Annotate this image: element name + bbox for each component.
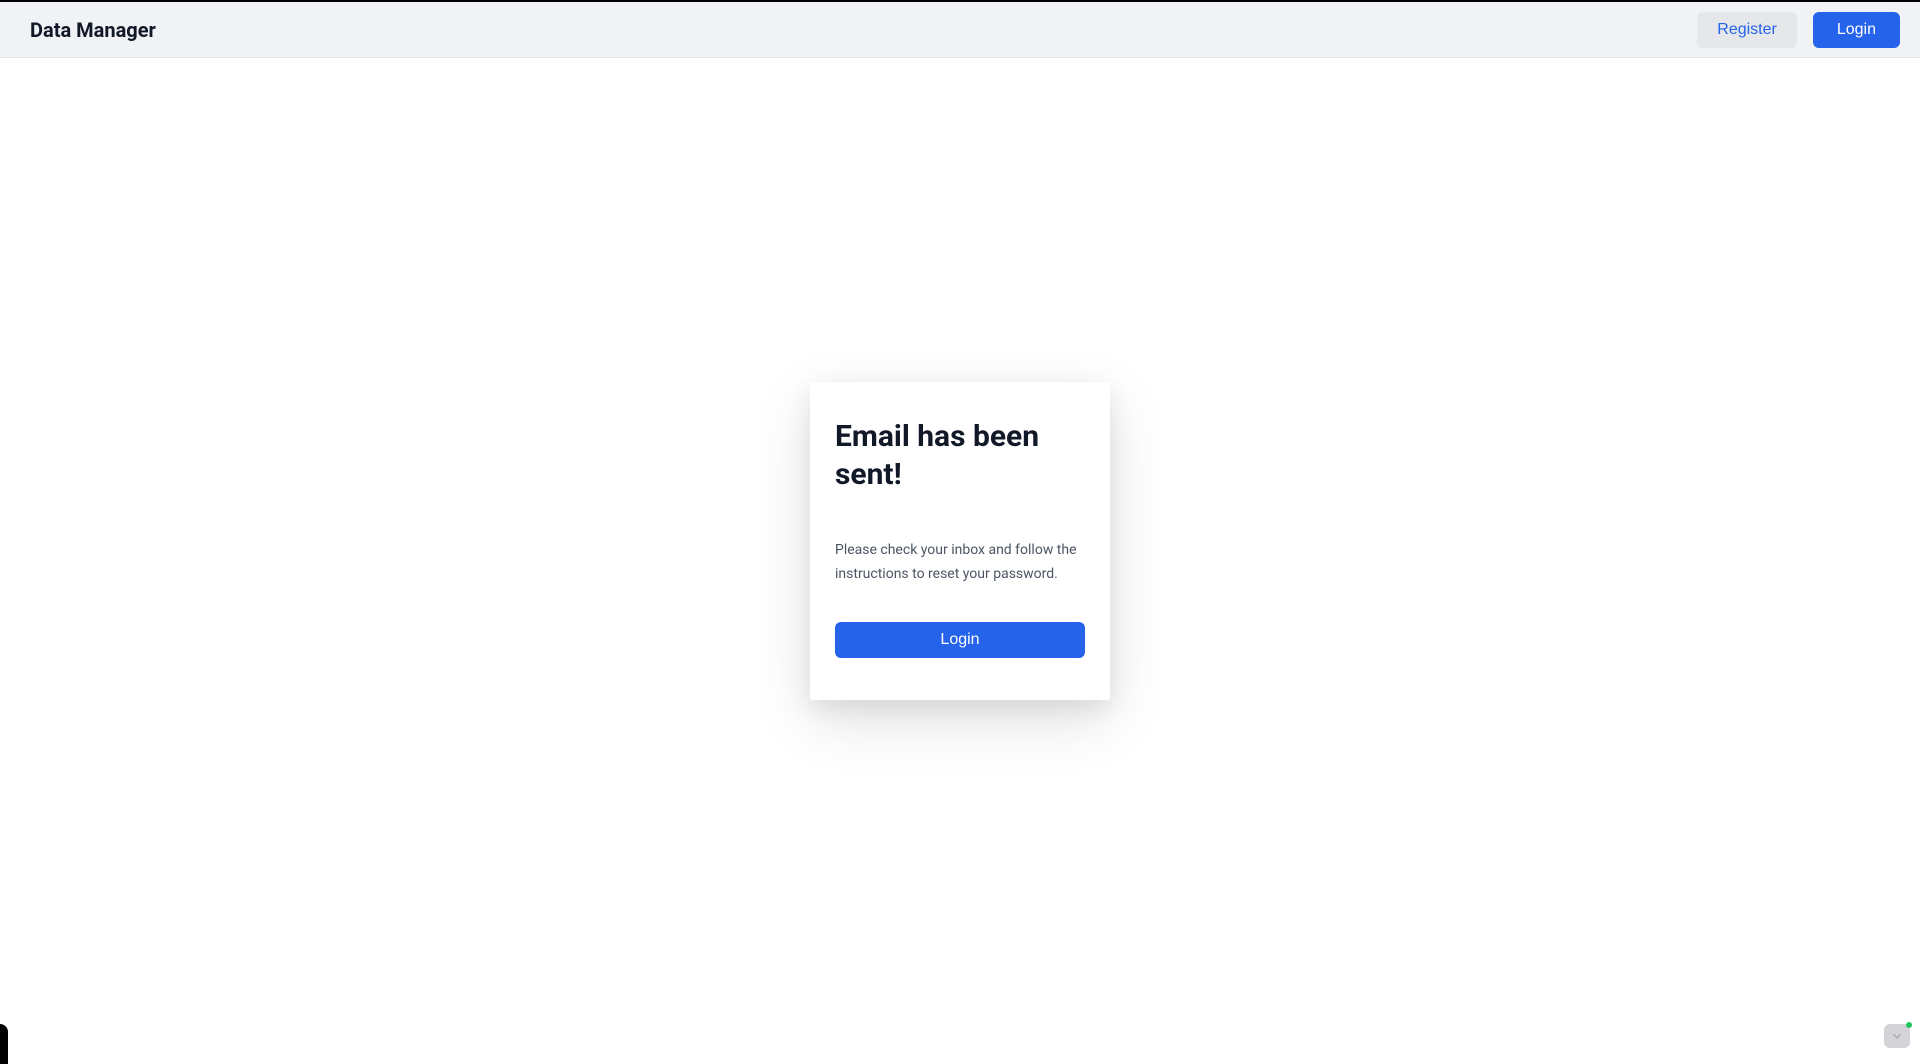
card-title: Email has been sent! xyxy=(835,418,1085,493)
chevron-down-icon xyxy=(1890,1029,1904,1043)
app-header: Data Manager Register Login xyxy=(0,2,1920,58)
app-title: Data Manager xyxy=(30,18,156,42)
login-button[interactable]: Login xyxy=(1813,12,1900,48)
header-buttons: Register Login xyxy=(1697,12,1900,48)
card-login-button[interactable]: Login xyxy=(835,622,1085,658)
email-sent-card: Email has been sent! Please check your i… xyxy=(810,382,1110,699)
card-message: Please check your inbox and follow the i… xyxy=(835,539,1085,585)
main-content: Email has been sent! Please check your i… xyxy=(0,58,1920,1064)
left-edge-decoration xyxy=(0,1024,8,1064)
help-widget[interactable] xyxy=(1884,1024,1910,1048)
register-button[interactable]: Register xyxy=(1697,12,1797,48)
